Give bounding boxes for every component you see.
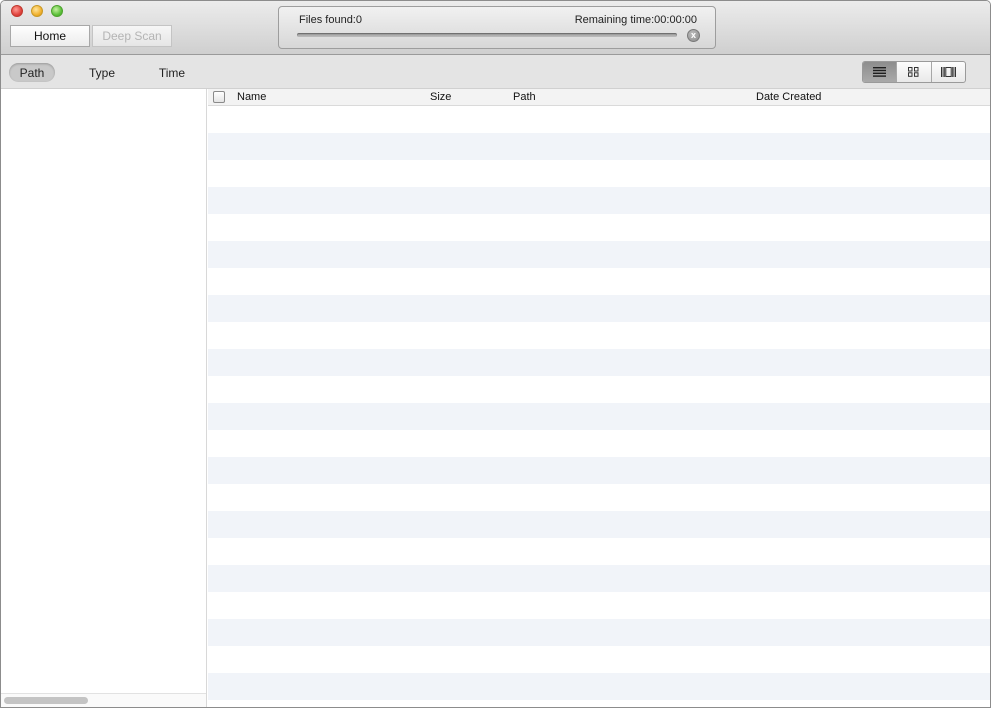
table-row bbox=[208, 592, 990, 619]
tab-path[interactable]: Path bbox=[9, 63, 55, 82]
table-row bbox=[208, 538, 990, 565]
table-row bbox=[208, 241, 990, 268]
column-header-path[interactable]: Path bbox=[513, 91, 536, 103]
table-row bbox=[208, 349, 990, 376]
table-header: Name Size Path Date Created bbox=[208, 89, 990, 106]
table-row bbox=[208, 214, 990, 241]
filter-toolbar: Path Type Time bbox=[1, 55, 990, 89]
minimize-window-button[interactable] bbox=[31, 5, 43, 17]
tab-type[interactable]: Type bbox=[79, 63, 125, 82]
table-row bbox=[208, 376, 990, 403]
grid-view-button[interactable] bbox=[897, 62, 932, 82]
table-row bbox=[208, 187, 990, 214]
column-header-date-created[interactable]: Date Created bbox=[756, 91, 821, 103]
column-header-name[interactable]: Name bbox=[237, 91, 266, 103]
list-view-icon bbox=[873, 67, 887, 77]
table-row bbox=[208, 133, 990, 160]
sidebar-horizontal-scrollbar[interactable] bbox=[1, 693, 206, 707]
table-row bbox=[208, 457, 990, 484]
list-view-button[interactable] bbox=[863, 62, 898, 82]
table-row bbox=[208, 619, 990, 646]
table-row bbox=[208, 268, 990, 295]
view-mode-selector bbox=[862, 61, 966, 83]
table-row bbox=[208, 295, 990, 322]
table-row bbox=[208, 484, 990, 511]
table-row bbox=[208, 403, 990, 430]
grid-view-icon bbox=[908, 67, 919, 77]
app-window: Home Deep Scan Files found:0 Remaining t… bbox=[0, 0, 991, 708]
cancel-scan-icon[interactable]: x bbox=[687, 29, 700, 42]
table-row bbox=[208, 565, 990, 592]
coverflow-view-button[interactable] bbox=[932, 62, 965, 82]
sidebar-tree[interactable] bbox=[1, 89, 207, 707]
scan-progress-bar bbox=[297, 33, 677, 37]
scan-status-panel: Files found:0 Remaining time:00:00:00 x bbox=[278, 6, 716, 49]
select-all-checkbox[interactable] bbox=[213, 91, 225, 103]
home-button[interactable]: Home bbox=[10, 25, 90, 47]
table-body bbox=[208, 106, 990, 700]
scrollbar-thumb[interactable] bbox=[4, 697, 88, 704]
tab-time[interactable]: Time bbox=[149, 63, 195, 82]
column-header-size[interactable]: Size bbox=[430, 91, 451, 103]
table-row bbox=[208, 322, 990, 349]
table-row bbox=[208, 511, 990, 538]
coverflow-view-icon bbox=[940, 67, 956, 77]
files-found-label: Files found:0 bbox=[299, 14, 362, 26]
table-row bbox=[208, 160, 990, 187]
table-row bbox=[208, 430, 990, 457]
deep-scan-button[interactable]: Deep Scan bbox=[92, 25, 172, 47]
table-row bbox=[208, 646, 990, 673]
file-table: Name Size Path Date Created bbox=[208, 89, 990, 707]
close-window-button[interactable] bbox=[11, 5, 23, 17]
title-bar: Home Deep Scan Files found:0 Remaining t… bbox=[1, 1, 990, 55]
remaining-time-label: Remaining time:00:00:00 bbox=[574, 14, 697, 26]
table-row bbox=[208, 106, 990, 133]
table-row bbox=[208, 673, 990, 700]
zoom-window-button[interactable] bbox=[51, 5, 63, 17]
